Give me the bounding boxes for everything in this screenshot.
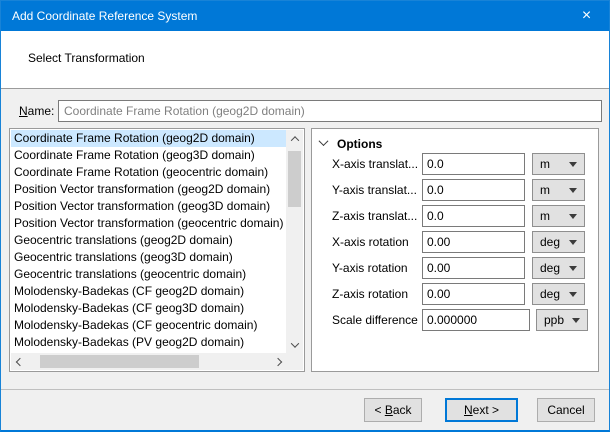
- dropdown-arrow-icon: [572, 318, 580, 323]
- horizontal-scrollbar[interactable]: [11, 353, 286, 370]
- dropdown-arrow-icon: [569, 266, 577, 271]
- name-input[interactable]: [58, 100, 602, 122]
- list-item[interactable]: Molodensky-Badekas (PV geog2D domain): [11, 334, 286, 351]
- unit-value: m: [540, 157, 550, 171]
- list-item[interactable]: Position Vector transformation (geocentr…: [11, 215, 286, 232]
- x-rotation-input[interactable]: [422, 231, 525, 253]
- vertical-scrollbar[interactable]: [286, 130, 303, 353]
- x-rotation-unit-dropdown[interactable]: deg: [532, 231, 585, 253]
- list-item[interactable]: Molodensky-Badekas (CF geog2D domain): [11, 283, 286, 300]
- y-rotation-unit-dropdown[interactable]: deg: [532, 257, 585, 279]
- name-label: Name:: [19, 104, 54, 118]
- y-translation-input[interactable]: [422, 179, 525, 201]
- scrollbar-right-button[interactable]: [269, 353, 286, 370]
- unit-value: deg: [540, 261, 560, 275]
- chevron-up-icon: [290, 136, 298, 144]
- scrollbar-left-button[interactable]: [11, 353, 28, 370]
- unit-value: m: [540, 183, 550, 197]
- close-button[interactable]: ×: [564, 1, 609, 31]
- horizontal-scrollbar-thumb[interactable]: [40, 355, 199, 368]
- z-rotation-input[interactable]: [422, 283, 525, 305]
- unit-value: deg: [540, 235, 560, 249]
- vertical-scrollbar-thumb[interactable]: [288, 151, 301, 207]
- list-item[interactable]: Coordinate Frame Rotation (geocentric do…: [11, 164, 286, 181]
- scale-difference-input[interactable]: [422, 309, 530, 331]
- scale-difference-unit-dropdown[interactable]: ppb: [536, 309, 588, 331]
- chevron-down-icon: [290, 339, 298, 347]
- cancel-button[interactable]: Cancel: [537, 398, 595, 422]
- z-translation-unit-dropdown[interactable]: m: [532, 205, 585, 227]
- x-translation-input[interactable]: [422, 153, 525, 175]
- list-item[interactable]: Position Vector transformation (geog3D d…: [11, 198, 286, 215]
- list-item[interactable]: Molodensky-Badekas (CF geocentric domain…: [11, 317, 286, 334]
- list-item[interactable]: Geocentric translations (geog2D domain): [11, 232, 286, 249]
- transform-list-items: Coordinate Frame Rotation (geog2D domain…: [11, 130, 286, 353]
- scrollbar-down-button[interactable]: [286, 336, 303, 353]
- x-translation-unit-dropdown[interactable]: m: [532, 153, 585, 175]
- y-rotation-input[interactable]: [422, 257, 525, 279]
- scrollbar-corner: [286, 353, 303, 370]
- y-translation-label: Y-axis translat...: [332, 179, 417, 201]
- x-rotation-label: X-axis rotation: [332, 231, 409, 253]
- x-translation-label: X-axis translat...: [332, 153, 418, 175]
- list-item[interactable]: Coordinate Frame Rotation (geog3D domain…: [11, 147, 286, 164]
- scrollbar-up-button[interactable]: [286, 130, 303, 147]
- titlebar: Add Coordinate Reference System ×: [1, 1, 609, 31]
- wizard-header: Select Transformation: [1, 31, 609, 89]
- scale-difference-label: Scale difference: [332, 309, 418, 331]
- dropdown-arrow-icon: [569, 162, 577, 167]
- window-title: Add Coordinate Reference System: [1, 9, 197, 23]
- options-panel: Options X-axis translat... m Y-axis tran…: [311, 128, 599, 372]
- back-button[interactable]: < Back: [364, 398, 422, 422]
- footer-separator: [1, 389, 609, 390]
- list-item[interactable]: Geocentric translations (geocentric doma…: [11, 266, 286, 283]
- dropdown-arrow-icon: [569, 292, 577, 297]
- list-item[interactable]: Coordinate Frame Rotation (geog2D domain…: [11, 130, 286, 147]
- options-title: Options: [337, 137, 382, 151]
- next-button[interactable]: Next >: [445, 398, 518, 422]
- unit-value: m: [540, 209, 550, 223]
- list-item[interactable]: Position Vector transformation (geog2D d…: [11, 181, 286, 198]
- z-translation-input[interactable]: [422, 205, 525, 227]
- add-crs-dialog: Add Coordinate Reference System × Select…: [0, 0, 610, 432]
- chevron-right-icon: [273, 357, 281, 365]
- z-rotation-label: Z-axis rotation: [332, 283, 408, 305]
- list-item[interactable]: Molodensky-Badekas (CF geog3D domain): [11, 300, 286, 317]
- dropdown-arrow-icon: [569, 214, 577, 219]
- dropdown-arrow-icon: [569, 240, 577, 245]
- collapse-chevron-icon: [319, 136, 329, 146]
- options-header[interactable]: Options: [320, 137, 382, 151]
- y-rotation-label: Y-axis rotation: [332, 257, 408, 279]
- wizard-subtitle: Select Transformation: [28, 51, 145, 65]
- unit-value: deg: [540, 287, 560, 301]
- list-item[interactable]: Geocentric translations (geog3D domain): [11, 249, 286, 266]
- chevron-left-icon: [15, 357, 23, 365]
- dropdown-arrow-icon: [569, 188, 577, 193]
- z-translation-label: Z-axis translat...: [332, 205, 417, 227]
- transform-list: Coordinate Frame Rotation (geog2D domain…: [9, 128, 305, 372]
- z-rotation-unit-dropdown[interactable]: deg: [532, 283, 585, 305]
- close-icon: ×: [582, 7, 591, 25]
- y-translation-unit-dropdown[interactable]: m: [532, 179, 585, 201]
- unit-value: ppb: [544, 313, 564, 327]
